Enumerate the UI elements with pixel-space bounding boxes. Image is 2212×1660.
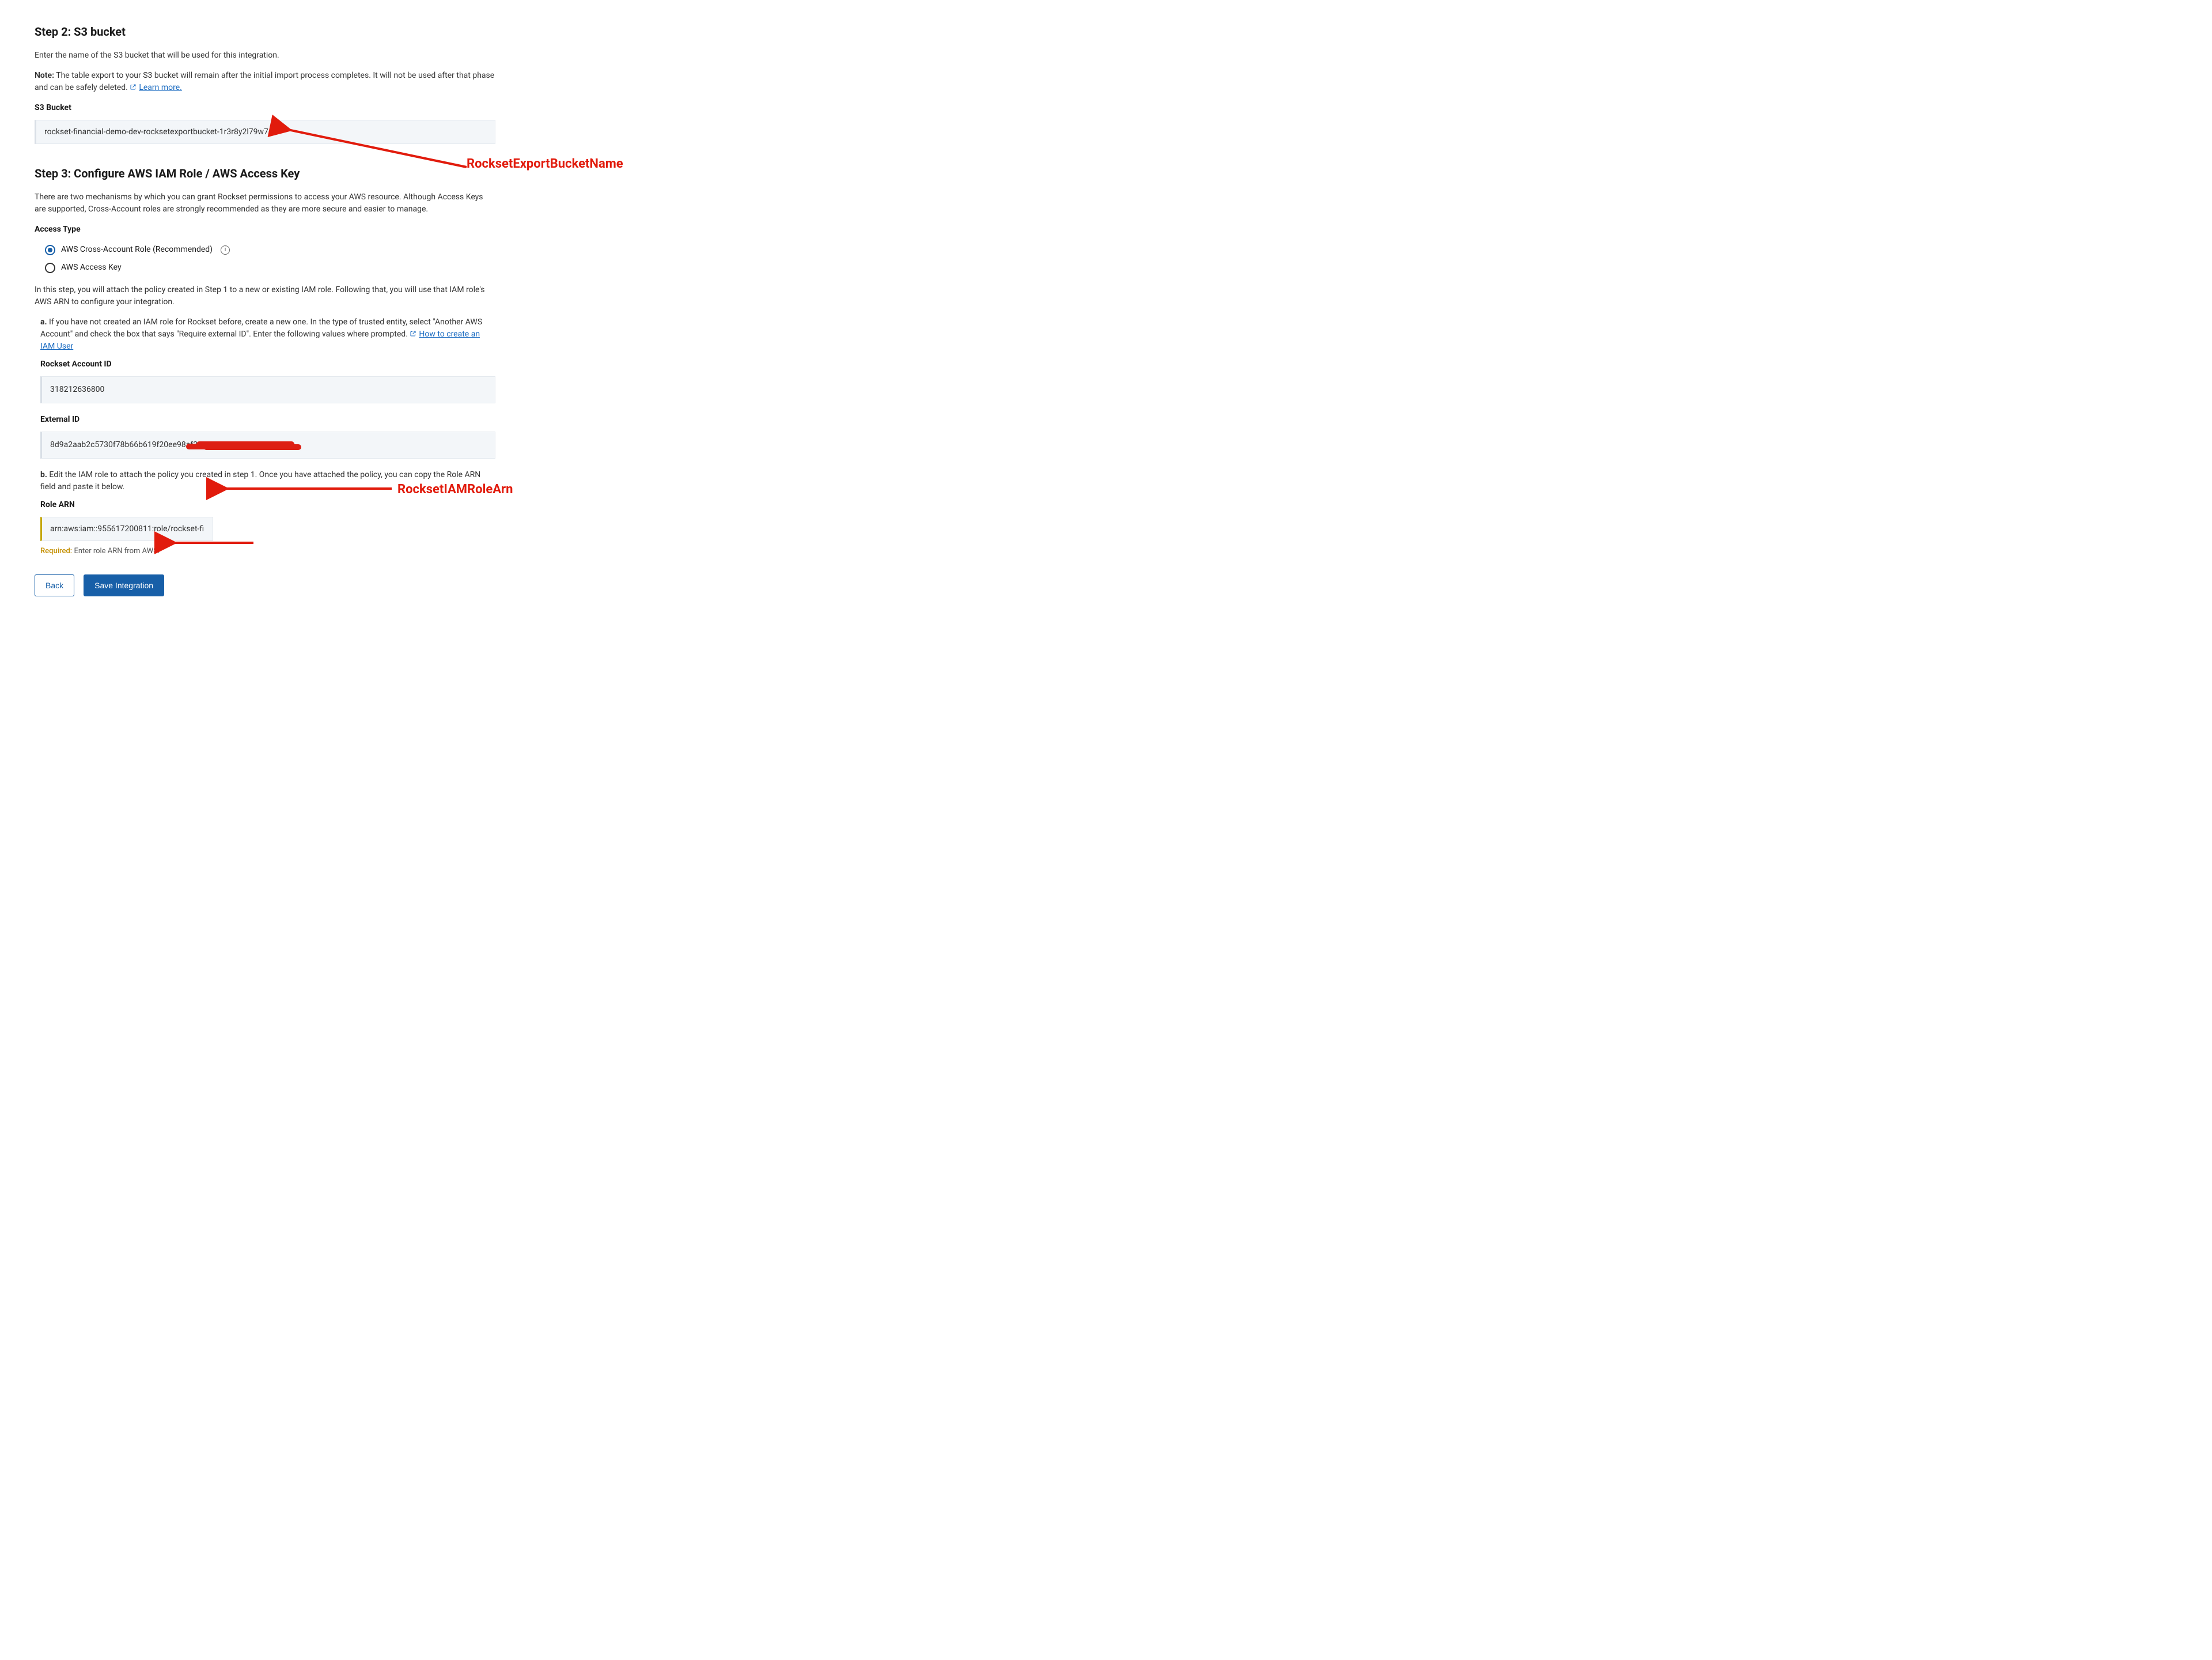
external-link-icon bbox=[410, 329, 416, 336]
access-type-label: Access Type bbox=[35, 224, 495, 236]
radio-cross-account[interactable]: AWS Cross-Account Role (Recommended) i bbox=[45, 244, 495, 256]
note-label: Note: bbox=[35, 71, 54, 80]
account-id-value: 318212636800 bbox=[40, 376, 495, 403]
info-icon[interactable]: i bbox=[221, 245, 230, 255]
learn-more-link[interactable]: Learn more. bbox=[139, 83, 182, 92]
radio-access-key[interactable]: AWS Access Key bbox=[45, 262, 495, 274]
substep-a-block: a. If you have not created an IAM role f… bbox=[40, 316, 495, 557]
radio-selected-icon bbox=[45, 245, 55, 255]
step2-heading: Step 2: S3 bucket bbox=[35, 23, 495, 40]
step2-intro: Enter the name of the S3 bucket that wil… bbox=[35, 50, 495, 62]
access-type-radio-group: AWS Cross-Account Role (Recommended) i A… bbox=[45, 244, 495, 274]
substep-a: a. If you have not created an IAM role f… bbox=[40, 316, 495, 353]
external-link-icon bbox=[130, 82, 137, 89]
radio-cross-label: AWS Cross-Account Role (Recommended) bbox=[61, 244, 213, 256]
step3-intro: There are two mechanisms by which you ca… bbox=[35, 191, 495, 215]
substep-b-text: Edit the IAM role to attach the policy y… bbox=[40, 470, 480, 491]
radio-key-label: AWS Access Key bbox=[61, 262, 122, 274]
substep-a-label: a. bbox=[40, 317, 47, 327]
external-id-text: 8d9a2aab2c5730f78b66b619f20ee98af3 bbox=[50, 440, 198, 449]
required-hint: Required: Enter role ARN from AWS. bbox=[40, 546, 495, 557]
redaction-mark bbox=[198, 443, 296, 449]
account-id-label: Rockset Account ID bbox=[40, 358, 495, 370]
button-row: Back Save Integration bbox=[35, 574, 495, 596]
role-arn-input[interactable] bbox=[40, 517, 213, 541]
external-id-value: 8d9a2aab2c5730f78b66b619f20ee98af3 bbox=[40, 432, 495, 459]
s3-bucket-label: S3 Bucket bbox=[35, 102, 495, 114]
radio-unselected-icon bbox=[45, 263, 55, 273]
s3-bucket-input[interactable] bbox=[35, 120, 495, 144]
external-id-label: External ID bbox=[40, 414, 495, 426]
role-arn-label: Role ARN bbox=[40, 499, 495, 511]
note-text: The table export to your S3 bucket will … bbox=[35, 71, 494, 92]
attach-policy-text: In this step, you will attach the policy… bbox=[35, 284, 495, 308]
substep-b: b. Edit the IAM role to attach the polic… bbox=[40, 469, 495, 493]
back-button[interactable]: Back bbox=[35, 574, 74, 596]
step3-heading: Step 3: Configure AWS IAM Role / AWS Acc… bbox=[35, 165, 495, 182]
substep-b-label: b. bbox=[40, 470, 47, 479]
required-text: Enter role ARN from AWS. bbox=[72, 547, 160, 555]
required-label: Required: bbox=[40, 547, 72, 555]
save-integration-button[interactable]: Save Integration bbox=[84, 574, 164, 596]
form-body: Step 2: S3 bucket Enter the name of the … bbox=[35, 23, 495, 596]
step2-note: Note: The table export to your S3 bucket… bbox=[35, 70, 495, 94]
